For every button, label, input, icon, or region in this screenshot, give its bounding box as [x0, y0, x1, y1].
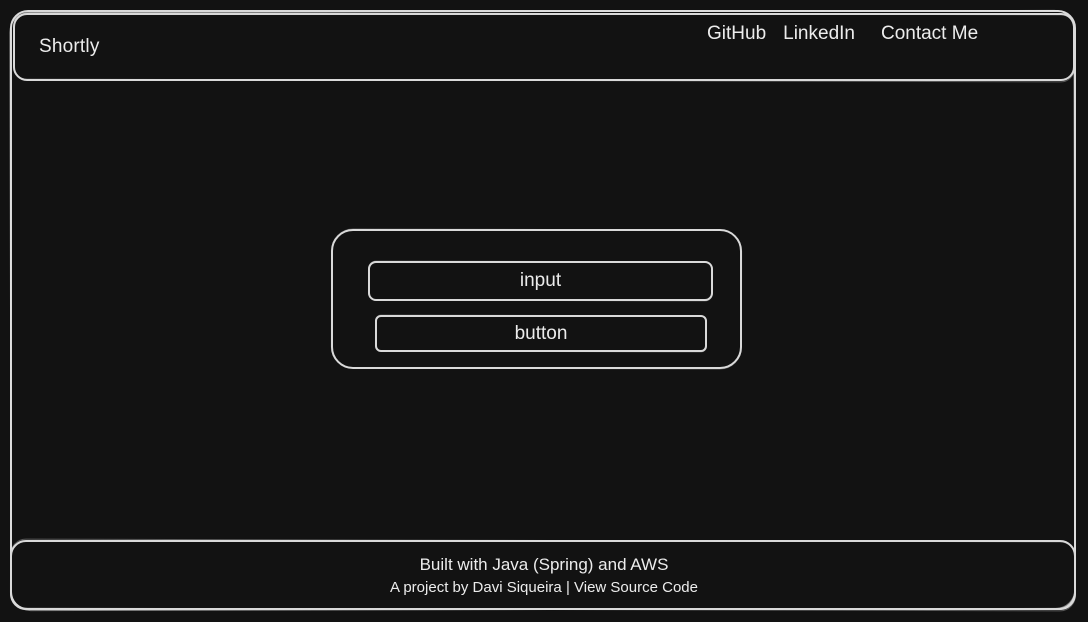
brand-logo[interactable]: Shortly [39, 36, 100, 58]
shorten-button[interactable]: button [375, 315, 707, 352]
url-input[interactable]: input [368, 261, 713, 301]
footer-separator: | [565, 579, 570, 596]
page-footer [10, 540, 1076, 610]
app-canvas: Shortly GitHub LinkedIn Contact Me input… [0, 0, 1088, 622]
view-source-link[interactable]: View Source Code [574, 579, 698, 596]
contact-me-link[interactable]: Contact Me [881, 23, 978, 45]
footer-author: A project by Davi Siqueira [390, 579, 562, 596]
github-link[interactable]: GitHub [707, 23, 766, 45]
footer-credits: A project by Davi Siqueira | View Source… [0, 579, 1088, 596]
linkedin-link[interactable]: LinkedIn [783, 23, 855, 45]
footer-built-with: Built with Java (Spring) and AWS [419, 555, 669, 574]
top-navigation: GitHub LinkedIn Contact Me [707, 23, 978, 45]
